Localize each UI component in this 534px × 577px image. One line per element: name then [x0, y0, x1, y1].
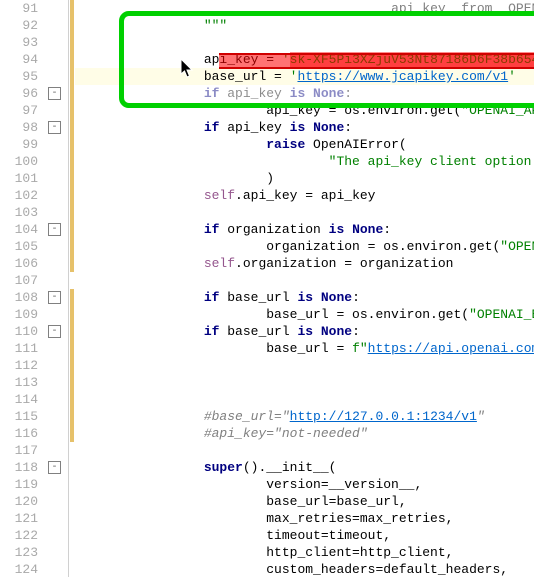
line-number: 116: [15, 425, 38, 442]
line-number: 122: [15, 527, 38, 544]
fold-toggle-icon[interactable]: -: [48, 291, 61, 304]
code-line[interactable]: api_key = os.environ.get("OPENAI_API_KEY…: [75, 102, 534, 119]
code-area[interactable]: api_key from OPENAI_API_KEY """ api_key …: [75, 0, 534, 577]
code-line[interactable]: max_retries=max_retries,: [75, 510, 534, 527]
line-number: 114: [15, 391, 38, 408]
line-number: 120: [15, 493, 38, 510]
fold-gutter[interactable]: - - - - - -: [42, 0, 69, 577]
line-number: 113: [15, 374, 38, 391]
code-line[interactable]: [75, 442, 534, 459]
code-line[interactable]: #base_url="http://127.0.0.1:1234/v1": [75, 408, 534, 425]
line-number: 112: [15, 357, 38, 374]
change-marker: [70, 0, 74, 272]
code-line[interactable]: custom_headers=default_headers,: [75, 561, 534, 577]
line-number: 100: [15, 153, 38, 170]
line-number: 98: [22, 119, 38, 136]
code-line[interactable]: if base_url is None:: [75, 323, 534, 340]
fold-toggle-icon[interactable]: -: [48, 223, 61, 236]
code-line[interactable]: """: [75, 17, 534, 34]
line-number: 103: [15, 204, 38, 221]
line-number: 97: [22, 102, 38, 119]
code-line[interactable]: base_url = 'https://www.jcapikey.com/v1': [75, 68, 534, 85]
line-number: 99: [22, 136, 38, 153]
code-line[interactable]: base_url=base_url,: [75, 493, 534, 510]
line-number: 110: [15, 323, 38, 340]
line-number: 111: [15, 340, 38, 357]
code-line[interactable]: "The api_key client option must be set e…: [75, 153, 534, 170]
code-line[interactable]: #api_key="not-needed": [75, 425, 534, 442]
code-line[interactable]: base_url = os.environ.get("OPENAI_BASE_U…: [75, 306, 534, 323]
code-line[interactable]: api_key from OPENAI_API_KEY: [75, 0, 534, 17]
code-line[interactable]: raise OpenAIError(: [75, 136, 534, 153]
fold-toggle-icon[interactable]: -: [48, 121, 61, 134]
code-line[interactable]: organization = os.environ.get("OPENAI_OR…: [75, 238, 534, 255]
code-line[interactable]: ): [75, 170, 534, 187]
line-number: 102: [15, 187, 38, 204]
code-line[interactable]: self.api_key = api_key: [75, 187, 534, 204]
fold-toggle-icon[interactable]: -: [48, 461, 61, 474]
code-editor[interactable]: 9192939495969798991001011021031041051061…: [0, 0, 534, 577]
code-line[interactable]: super().__init__(: [75, 459, 534, 476]
code-line[interactable]: [75, 204, 534, 221]
line-number: 91: [22, 0, 38, 17]
line-number: 104: [15, 221, 38, 238]
line-number: 95: [22, 68, 38, 85]
code-line[interactable]: base_url = f"https://api.openai.com/v1": [75, 340, 534, 357]
line-number: 96: [22, 85, 38, 102]
fold-toggle-icon[interactable]: -: [48, 325, 61, 338]
code-line[interactable]: if api_key is None:: [75, 85, 534, 102]
line-number: 93: [22, 34, 38, 51]
code-line[interactable]: [75, 357, 534, 374]
fold-toggle-icon[interactable]: -: [48, 87, 61, 100]
line-number: 101: [15, 170, 38, 187]
line-number: 92: [22, 17, 38, 34]
line-number: 118: [15, 459, 38, 476]
line-number: 108: [15, 289, 38, 306]
line-number: 124: [15, 561, 38, 577]
code-line[interactable]: timeout=timeout,: [75, 527, 534, 544]
code-line[interactable]: if base_url is None:: [75, 289, 534, 306]
line-number: 115: [15, 408, 38, 425]
line-number: 105: [15, 238, 38, 255]
code-line[interactable]: [75, 272, 534, 289]
code-line[interactable]: api_key = 'sk-XF5Pi3XZjuV53Nt87186D6F38b…: [75, 51, 534, 68]
line-number: 117: [15, 442, 38, 459]
line-number: 121: [15, 510, 38, 527]
code-line[interactable]: if organization is None:: [75, 221, 534, 238]
change-marker: [70, 289, 74, 442]
line-number-gutter: 9192939495969798991001011021031041051061…: [0, 0, 42, 577]
line-number: 109: [15, 306, 38, 323]
code-line[interactable]: [75, 391, 534, 408]
code-line[interactable]: http_client=http_client,: [75, 544, 534, 561]
line-number: 119: [15, 476, 38, 493]
line-number: 107: [15, 272, 38, 289]
code-line[interactable]: self.organization = organization: [75, 255, 534, 272]
line-number: 123: [15, 544, 38, 561]
code-line[interactable]: if api_key is None:: [75, 119, 534, 136]
line-number: 106: [15, 255, 38, 272]
code-line[interactable]: version=__version__,: [75, 476, 534, 493]
code-line[interactable]: [75, 34, 534, 51]
line-number: 94: [22, 51, 38, 68]
code-line[interactable]: [75, 374, 534, 391]
